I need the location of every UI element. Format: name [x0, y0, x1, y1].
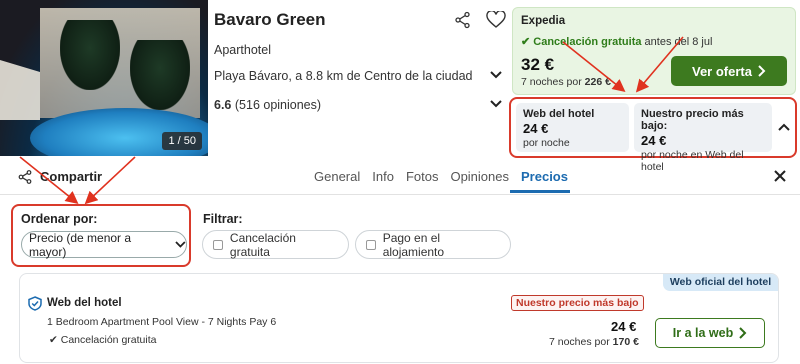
checkbox-icon [213, 239, 223, 250]
filter-chip-label: Cancelación gratuita [229, 230, 296, 259]
hotel-site-sub: por noche [523, 137, 570, 149]
chevron-down-icon [175, 241, 186, 248]
offer-site: Web del hotel [47, 297, 122, 309]
share-link[interactable]: Compartir [18, 169, 102, 184]
tab-info[interactable]: Info [372, 169, 394, 184]
chevron-right-icon [739, 327, 747, 339]
checkbox-icon [366, 239, 376, 250]
photo-palm [60, 20, 120, 90]
deal-site: Expedia [521, 15, 566, 27]
hotel-name: Bavaro Green [214, 10, 326, 29]
price-compare-box[interactable]: Web del hotel 24 € por noche Nuestro pre… [509, 97, 797, 173]
chevron-down-icon[interactable] [490, 99, 502, 111]
lowest-price-title: Nuestro precio más bajo: [641, 108, 744, 132]
tab-general[interactable]: General [314, 169, 360, 184]
deal-price: 32 € [521, 55, 555, 74]
active-tab-indicator [510, 190, 570, 193]
deal-cancel-label: Cancelación gratuita [533, 36, 642, 48]
offer-cancellation: ✔ Cancelación gratuita [49, 334, 156, 346]
offer-total: 7 noches por 170 € [549, 336, 639, 348]
rating-score: 6.6 [214, 98, 232, 112]
hotel-type: Aparthotel [214, 43, 271, 57]
tab-opiniones[interactable]: Opiniones [450, 169, 509, 184]
offer-price: 24 € [611, 319, 637, 334]
offer-room: 1 Bedroom Apartment Pool View - 7 Nights… [47, 316, 277, 328]
hotel-photo[interactable]: 1 / 50 [0, 0, 208, 156]
go-to-site-label: Ir a la web [672, 326, 734, 340]
share-icon [18, 169, 32, 184]
sort-selected-value: Precio (de menor a mayor) [29, 230, 132, 259]
tab-fotos[interactable]: Fotos [406, 169, 439, 184]
tab-precios[interactable]: Precios [521, 169, 568, 184]
photo-palm [130, 40, 190, 110]
deal-total-price: 226 € [584, 76, 611, 88]
hotel-site-title: Web del hotel [523, 108, 595, 120]
offer-cancel-label: Cancelación gratuita [60, 334, 157, 346]
chevron-right-icon [758, 65, 766, 77]
deal-cancellation: ✔ Cancelación gratuita antes del 8 jul [521, 35, 712, 48]
filter-label: Filtrar: [203, 212, 243, 226]
rating-count: (516 opiniones) [234, 98, 322, 112]
share-icon[interactable] [454, 11, 472, 29]
lowest-price-card[interactable]: Nuestro precio más bajo: 24 € por noche … [634, 103, 772, 173]
lowest-price-value: 24 € [641, 133, 667, 148]
offer-nights: 7 noches por [549, 336, 610, 348]
check-icon: ✔ [521, 36, 531, 48]
hotel-site-price-card[interactable]: Web del hotel 24 € por noche [516, 103, 629, 152]
lowest-price-badge: Nuestro precio más bajo [511, 295, 644, 311]
chevron-up-icon[interactable] [778, 123, 790, 131]
lowest-price-sub: por noche en Web del hotel [641, 149, 744, 173]
sort-select[interactable]: Precio (de menor a mayor) [21, 230, 187, 259]
heart-icon[interactable] [486, 11, 506, 29]
view-offer-button[interactable]: Ver oferta [671, 56, 787, 86]
chevron-down-icon[interactable] [490, 70, 502, 82]
deal-nights: 7 noches por [521, 76, 582, 88]
deal-total: 7 noches por 226 € [521, 76, 611, 88]
view-offer-label: Ver oferta [692, 63, 752, 79]
official-site-tag: Web oficial del hotel [663, 274, 778, 291]
offer-total-price: 170 € [612, 336, 639, 348]
tab-bar: General Info Fotos Opiniones Precios [314, 169, 580, 184]
filter-free-cancellation[interactable]: Cancelación gratuita [202, 230, 349, 259]
divider [0, 194, 800, 195]
photo-counter: 1 / 50 [162, 132, 202, 150]
hotel-location[interactable]: Playa Bávaro, a 8.8 km de Centro de la c… [214, 69, 472, 83]
top-deal-box[interactable]: Expedia ✔ Cancelación gratuita antes del… [512, 7, 796, 95]
share-label: Compartir [40, 169, 103, 184]
shield-icon [28, 296, 42, 311]
deal-cancel-suffix: antes del 8 jul [644, 36, 713, 48]
check-icon: ✔ [49, 334, 58, 346]
filter-pay-at-property[interactable]: Pago en el alojamiento [355, 230, 511, 259]
sort-label: Ordenar por: [21, 212, 98, 226]
hotel-rating[interactable]: 6.6 (516 opiniones) [214, 98, 321, 112]
filter-chip-label: Pago en el alojamiento [382, 230, 445, 259]
close-icon[interactable] [773, 169, 787, 183]
photo-cabana [0, 60, 40, 120]
go-to-site-button[interactable]: Ir a la web [655, 318, 765, 348]
hotel-site-price: 24 € [523, 121, 549, 136]
